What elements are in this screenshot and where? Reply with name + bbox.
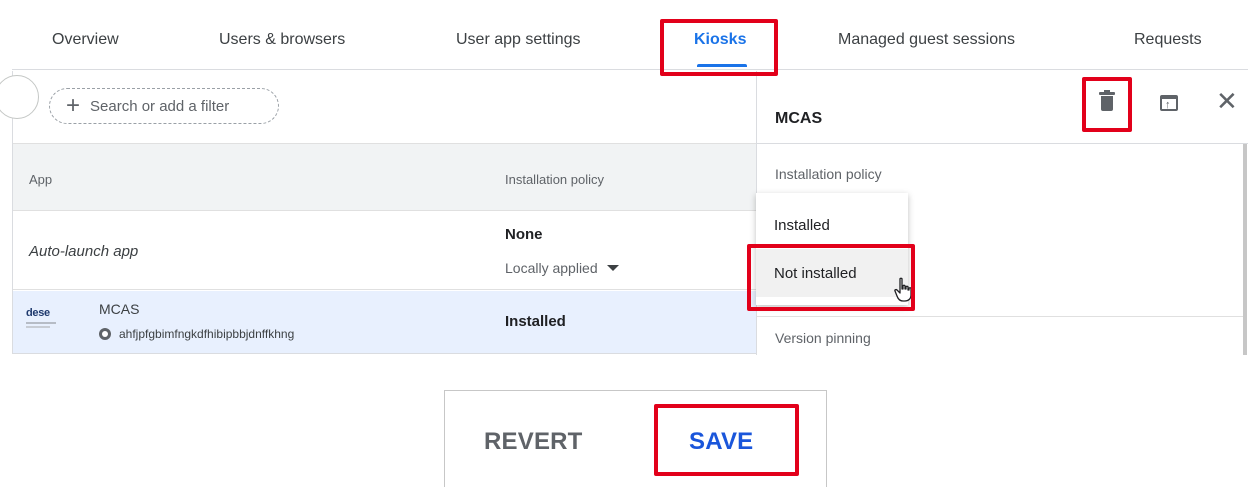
tab-kiosks[interactable]: Kiosks: [694, 31, 746, 49]
search-filter-input[interactable]: + Search or add a filter: [49, 88, 279, 124]
app-name: MCAS: [99, 301, 140, 317]
installation-policy-label: Installation policy: [775, 166, 882, 182]
caret-down-icon: [606, 265, 619, 271]
action-bar: REVERT SAVE: [444, 390, 827, 487]
app-id-text: ahfjpfgbimfngkdfhibipbbjdnffkhng: [119, 327, 295, 341]
search-filter-label: Search or add a filter: [90, 97, 230, 115]
tab-user-app-settings[interactable]: User app settings: [456, 31, 581, 49]
divider: [757, 316, 1245, 317]
app-logo-text: dese: [26, 307, 50, 319]
auto-launch-row: Auto-launch app None Locally applied: [13, 211, 756, 290]
save-button[interactable]: SAVE: [689, 428, 753, 456]
app-logo: dese: [26, 308, 58, 328]
column-header-app: App: [29, 172, 53, 187]
panel-header: MCAS ↑ ✕: [756, 71, 1248, 144]
table-header: App Installation policy: [13, 143, 756, 211]
hand-cursor-icon: [894, 277, 912, 302]
close-icon[interactable]: ✕: [1216, 88, 1238, 114]
chrome-icon: [99, 328, 111, 340]
revert-button[interactable]: REVERT: [484, 428, 583, 456]
app-logo-line: [26, 326, 50, 328]
filter-row: + Search or add a filter: [0, 71, 756, 143]
locally-applied-label: Locally applied: [505, 260, 598, 276]
trash-icon[interactable]: [1099, 90, 1115, 111]
app-id: ahfjpfgbimfngkdfhibipbbjdnffkhng: [99, 327, 294, 341]
apps-table-panel: + Search or add a filter App Installatio…: [0, 71, 756, 354]
menu-item-not-installed[interactable]: Not installed: [756, 249, 908, 297]
app-installation-policy: Installed: [505, 313, 566, 330]
tab-managed-guest-sessions[interactable]: Managed guest sessions: [838, 31, 1015, 49]
plus-icon: +: [66, 92, 81, 119]
version-pinning-label: Version pinning: [775, 330, 871, 346]
tab-bar: Overview Users & browsers User app setti…: [12, 0, 1248, 70]
tab-overview[interactable]: Overview: [52, 31, 119, 49]
installation-policy-menu: Installed Not installed: [756, 193, 908, 305]
panel-scrollbar[interactable]: [1243, 144, 1247, 355]
open-in-new-icon[interactable]: ↑: [1160, 95, 1178, 111]
tab-requests[interactable]: Requests: [1134, 31, 1202, 49]
screenshot: Overview Users & browsers User app setti…: [0, 0, 1248, 355]
locally-applied-dropdown[interactable]: Locally applied: [505, 260, 619, 276]
column-header-installation-policy: Installation policy: [505, 172, 604, 187]
tab-users-browsers[interactable]: Users & browsers: [219, 31, 345, 49]
menu-item-installed[interactable]: Installed: [756, 201, 908, 249]
auto-launch-label: Auto-launch app: [29, 243, 139, 260]
table-row[interactable]: dese MCAS ahfjpfgbimfngkdfhibipbbjdnffkh…: [13, 291, 756, 353]
panel-title: MCAS: [775, 110, 823, 127]
active-tab-indicator: [697, 64, 747, 67]
auto-launch-value: None: [505, 226, 543, 243]
app-logo-line: [26, 322, 56, 324]
collapse-toggle-button[interactable]: [0, 75, 39, 119]
